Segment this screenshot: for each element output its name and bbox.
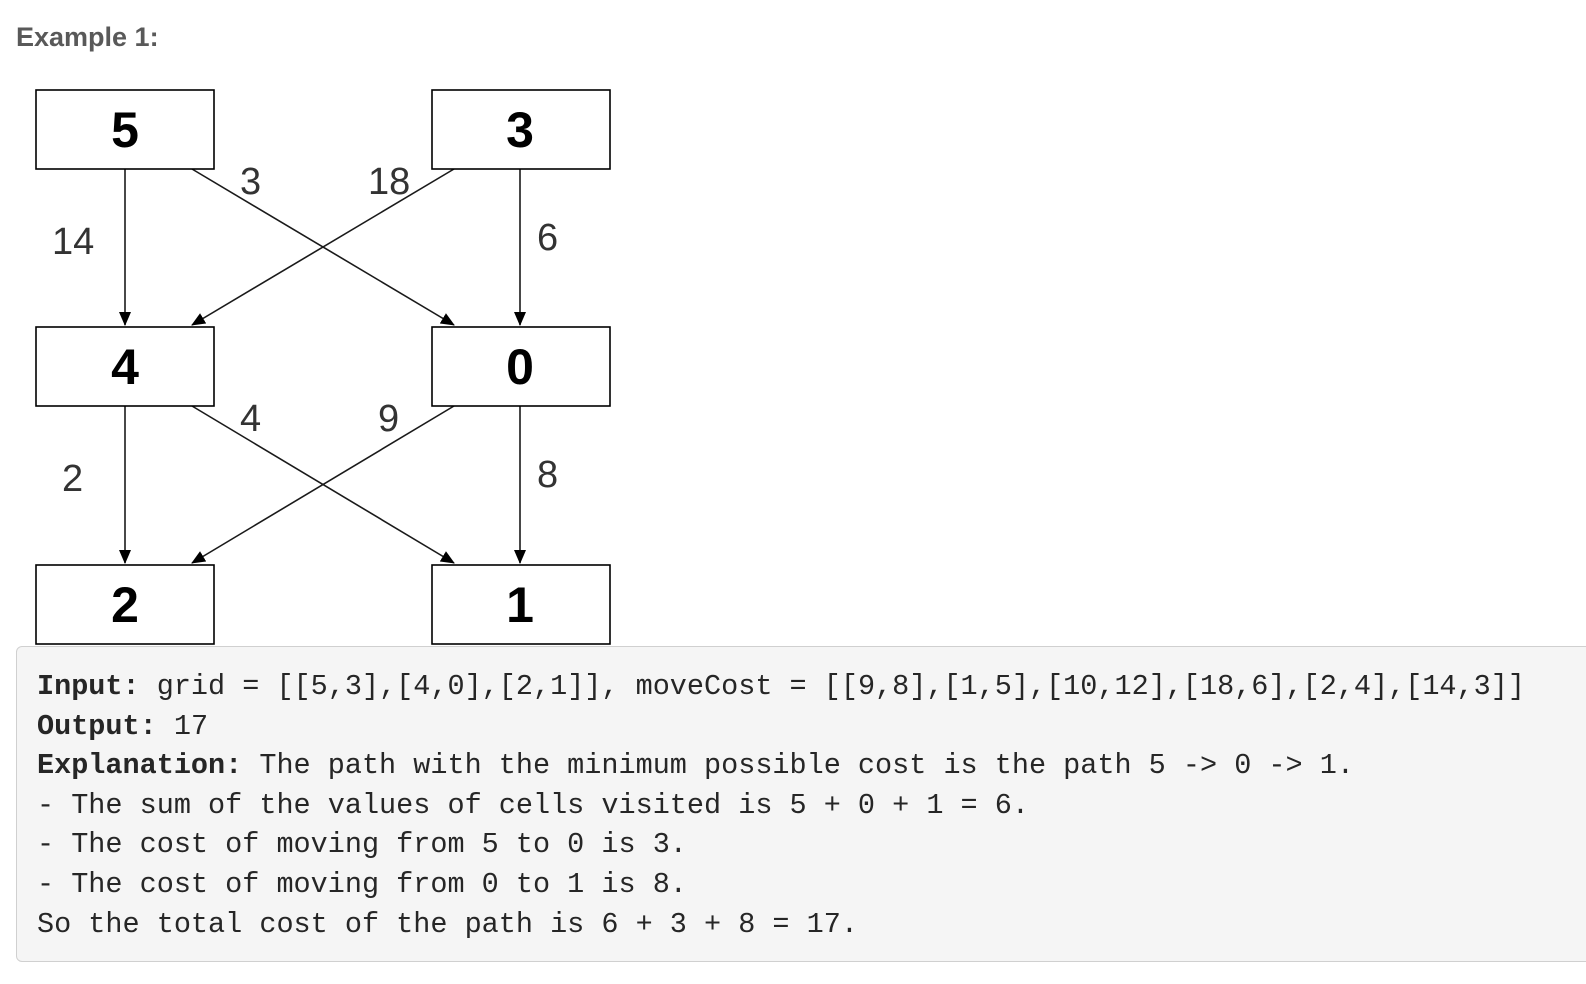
grid-cell-node: 2 xyxy=(35,564,215,645)
grid-cell-value: 2 xyxy=(111,577,139,633)
edge-label-4-to-1: 4 xyxy=(240,398,261,440)
edge-label-3-to-4: 18 xyxy=(368,161,410,203)
output-label: Output: xyxy=(37,709,157,743)
explanation-line: Explanation: The path with the minimum p… xyxy=(37,746,1586,786)
explanation-detail-line: - The sum of the values of cells visited… xyxy=(37,788,1029,822)
explanation-detail-line: - The cost of moving from 0 to 1 is 8. xyxy=(37,867,687,901)
output-line: Output: 17 xyxy=(37,707,1586,747)
grid-cell-value: 5 xyxy=(111,102,139,158)
example-code-block: Input: grid = [[5,3],[4,0],[2,1]], moveC… xyxy=(16,646,1586,962)
explanation-detail-line: So the total cost of the path is 6 + 3 +… xyxy=(37,907,858,941)
edge-label-0-to-1: 8 xyxy=(537,454,558,496)
edge-label-5-to-4: 14 xyxy=(52,221,94,263)
input-value: grid = [[5,3],[4,0],[2,1]], moveCost = [… xyxy=(139,670,1525,703)
grid-cell-node: 4 xyxy=(35,326,215,407)
explanation-value: The path with the minimum possible cost … xyxy=(242,749,1354,783)
grid-path-diagram: 14 3 18 6 2 4 9 8 5 3 4 0 2 1 xyxy=(35,89,611,645)
grid-cell-node: 0 xyxy=(431,326,611,407)
input-label: Input: xyxy=(37,670,140,703)
grid-cell-value: 4 xyxy=(111,339,139,395)
grid-cell-value: 1 xyxy=(506,577,534,633)
edge-label-5-to-0: 3 xyxy=(240,161,261,203)
edge-label-0-to-2: 9 xyxy=(378,398,399,440)
explanation-detail-line: - The cost of moving from 5 to 0 is 3. xyxy=(37,828,687,862)
grid-cell-value: 0 xyxy=(506,339,534,395)
grid-cell-node: 3 xyxy=(431,89,611,170)
edge-label-4-to-2: 2 xyxy=(62,458,83,500)
grid-cell-value: 3 xyxy=(506,102,534,158)
grid-cell-node: 1 xyxy=(431,564,611,645)
grid-cell-node: 5 xyxy=(35,89,215,170)
edge-label-3-to-0: 6 xyxy=(537,217,558,259)
explanation-label: Explanation: xyxy=(37,749,243,783)
output-value: 17 xyxy=(156,709,209,743)
input-line: Input: grid = [[5,3],[4,0],[2,1]], moveC… xyxy=(37,667,1586,707)
